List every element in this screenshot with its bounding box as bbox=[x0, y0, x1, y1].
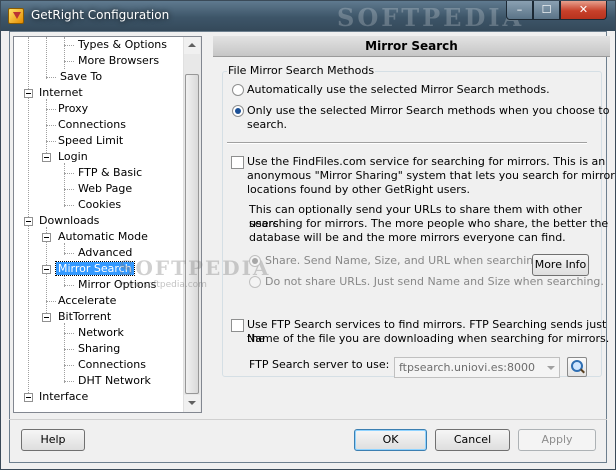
scroll-up-arrow-icon[interactable] bbox=[184, 37, 200, 54]
tree-connector bbox=[64, 173, 74, 174]
tree-item-proxy[interactable]: Proxy bbox=[56, 101, 90, 117]
collapse-toggle-bittorrent[interactable] bbox=[42, 313, 51, 322]
tree-connector bbox=[64, 253, 74, 254]
collapse-toggle-login[interactable] bbox=[42, 153, 51, 162]
radio-share-urls[interactable] bbox=[249, 255, 261, 267]
tree-item-bt-connections[interactable]: Connections bbox=[76, 357, 148, 373]
footer-divider bbox=[9, 419, 607, 420]
findfiles-checkbox[interactable] bbox=[231, 156, 244, 169]
ftp-server-dropdown[interactable]: ftpsearch.uniovi.es:8000 bbox=[394, 357, 560, 378]
radio-only-when-chosen-label-2[interactable]: search. bbox=[247, 118, 287, 132]
share-description-2: searching for mirrors. The more people w… bbox=[249, 217, 609, 230]
tree-item-connections[interactable]: Connections bbox=[56, 117, 128, 133]
tree-item-dht-network[interactable]: DHT Network bbox=[76, 373, 153, 389]
tree-item-speed-limit[interactable]: Speed Limit bbox=[56, 133, 125, 149]
radio-auto-methods[interactable] bbox=[232, 84, 244, 96]
softpedia-watermark: SOFTPEDIA bbox=[337, 3, 525, 32]
radio-do-not-share[interactable] bbox=[249, 276, 261, 288]
tree-connector bbox=[64, 205, 74, 206]
radio-only-when-chosen-label-1[interactable]: Only use the selected Mirror Search meth… bbox=[247, 104, 609, 118]
collapse-toggle-mirror-search[interactable] bbox=[42, 265, 51, 274]
tree-connector bbox=[46, 141, 56, 142]
group-box-label: File Mirror Search Methods bbox=[227, 64, 376, 77]
tree-connector bbox=[64, 189, 74, 190]
close-button[interactable]: ✕ bbox=[560, 1, 607, 20]
collapse-toggle-interface[interactable] bbox=[24, 393, 33, 402]
tree-item-web-page[interactable]: Web Page bbox=[76, 181, 134, 197]
radio-only-when-chosen[interactable] bbox=[232, 105, 244, 117]
collapse-toggle-internet[interactable] bbox=[24, 89, 33, 98]
maximize-button[interactable]: ☐ bbox=[533, 1, 560, 20]
tree-item-types-options[interactable]: Types & Options bbox=[76, 37, 169, 53]
scrollbar-thumb[interactable] bbox=[185, 74, 199, 394]
tree-item-accelerate[interactable]: Accelerate bbox=[56, 293, 118, 309]
ftp-server-label: FTP Search server to use: bbox=[249, 358, 390, 371]
tree-connector bbox=[64, 61, 74, 62]
tree-item-automatic-mode[interactable]: Automatic Mode bbox=[56, 229, 150, 245]
apply-button[interactable]: Apply bbox=[518, 429, 596, 451]
getright-configuration-window: GetRight Configuration SOFTPEDIA – ☐ ✕ T… bbox=[0, 0, 616, 470]
tree-connector bbox=[64, 323, 65, 383]
tree-item-network[interactable]: Network bbox=[76, 325, 126, 341]
tree-scrollbar[interactable] bbox=[183, 37, 201, 412]
tree-item-internet[interactable]: Internet bbox=[37, 85, 85, 101]
tree-connector bbox=[64, 333, 74, 334]
share-description-3: database will be and the more mirrors ev… bbox=[249, 231, 566, 244]
tree-item-login[interactable]: Login bbox=[56, 149, 90, 165]
tree-connector bbox=[64, 45, 74, 46]
tree-connector bbox=[46, 37, 47, 79]
tree-item-downloads[interactable]: Downloads bbox=[37, 213, 101, 229]
tree-connector bbox=[46, 109, 56, 110]
getright-app-icon bbox=[8, 8, 24, 24]
tree-connector bbox=[46, 77, 56, 78]
radio-do-not-share-label[interactable]: Do not share URLs. Just send Name and Si… bbox=[265, 275, 604, 289]
tree-connector bbox=[46, 125, 56, 126]
tree-connector bbox=[64, 349, 74, 350]
softpedia-url-watermark: www.softpedia.com bbox=[119, 280, 207, 290]
tree-connector bbox=[64, 163, 65, 207]
radio-auto-methods-label[interactable]: Automatically use the selected Mirror Se… bbox=[247, 83, 550, 97]
dropdown-arrow-icon[interactable] bbox=[542, 358, 559, 377]
more-info-button[interactable]: More Info bbox=[532, 254, 589, 276]
minimize-button[interactable]: – bbox=[506, 1, 533, 20]
scroll-down-arrow-icon[interactable] bbox=[184, 395, 200, 412]
tree-connector bbox=[64, 381, 74, 382]
tree-connector bbox=[64, 37, 65, 69]
window-title: GetRight Configuration bbox=[31, 8, 170, 22]
tree-item-bittorrent[interactable]: BitTorrent bbox=[56, 309, 113, 325]
tree-item-save-to[interactable]: Save To bbox=[58, 69, 104, 85]
collapse-toggle-automatic-mode[interactable] bbox=[42, 233, 51, 242]
tree-item-cookies[interactable]: Cookies bbox=[76, 197, 123, 213]
panel-title: Mirror Search bbox=[213, 36, 610, 57]
ok-button[interactable]: OK bbox=[354, 429, 427, 451]
ftp-search-checkbox[interactable] bbox=[231, 319, 244, 332]
findfiles-label-1[interactable]: Use the FindFiles.com service for search… bbox=[247, 155, 605, 169]
tree-item-ftp-basic[interactable]: FTP & Basic bbox=[76, 165, 144, 181]
tree-connector bbox=[46, 301, 56, 302]
ftp-server-value: ftpsearch.uniovi.es:8000 bbox=[399, 361, 536, 374]
radio-share-urls-label[interactable]: Share. Send Name, Size, and URL when sea… bbox=[265, 254, 544, 268]
tree-item-sharing[interactable]: Sharing bbox=[76, 341, 122, 357]
findfiles-label-2: anonymous "Mirror Sharing" system that l… bbox=[247, 169, 615, 182]
tree-item-more-browsers[interactable]: More Browsers bbox=[76, 53, 161, 69]
ftp-search-label-2: Name of the file you are downloading whe… bbox=[247, 332, 610, 345]
help-button[interactable]: Help bbox=[21, 429, 85, 451]
settings-tree[interactable]: Types & Options More Browsers Save To In… bbox=[13, 36, 202, 413]
section-divider bbox=[227, 142, 587, 144]
tree-connector bbox=[64, 365, 74, 366]
collapse-toggle-downloads[interactable] bbox=[24, 217, 33, 226]
cancel-button[interactable]: Cancel bbox=[435, 429, 510, 451]
title-bar[interactable]: GetRight Configuration SOFTPEDIA – ☐ ✕ bbox=[1, 1, 615, 32]
tree-connector bbox=[64, 285, 74, 286]
findfiles-label-3: locations found by other GetRight users. bbox=[247, 183, 470, 196]
tree-item-interface[interactable]: Interface bbox=[37, 389, 90, 405]
magnifier-search-icon[interactable] bbox=[567, 357, 587, 377]
tree-connector bbox=[46, 99, 47, 159]
